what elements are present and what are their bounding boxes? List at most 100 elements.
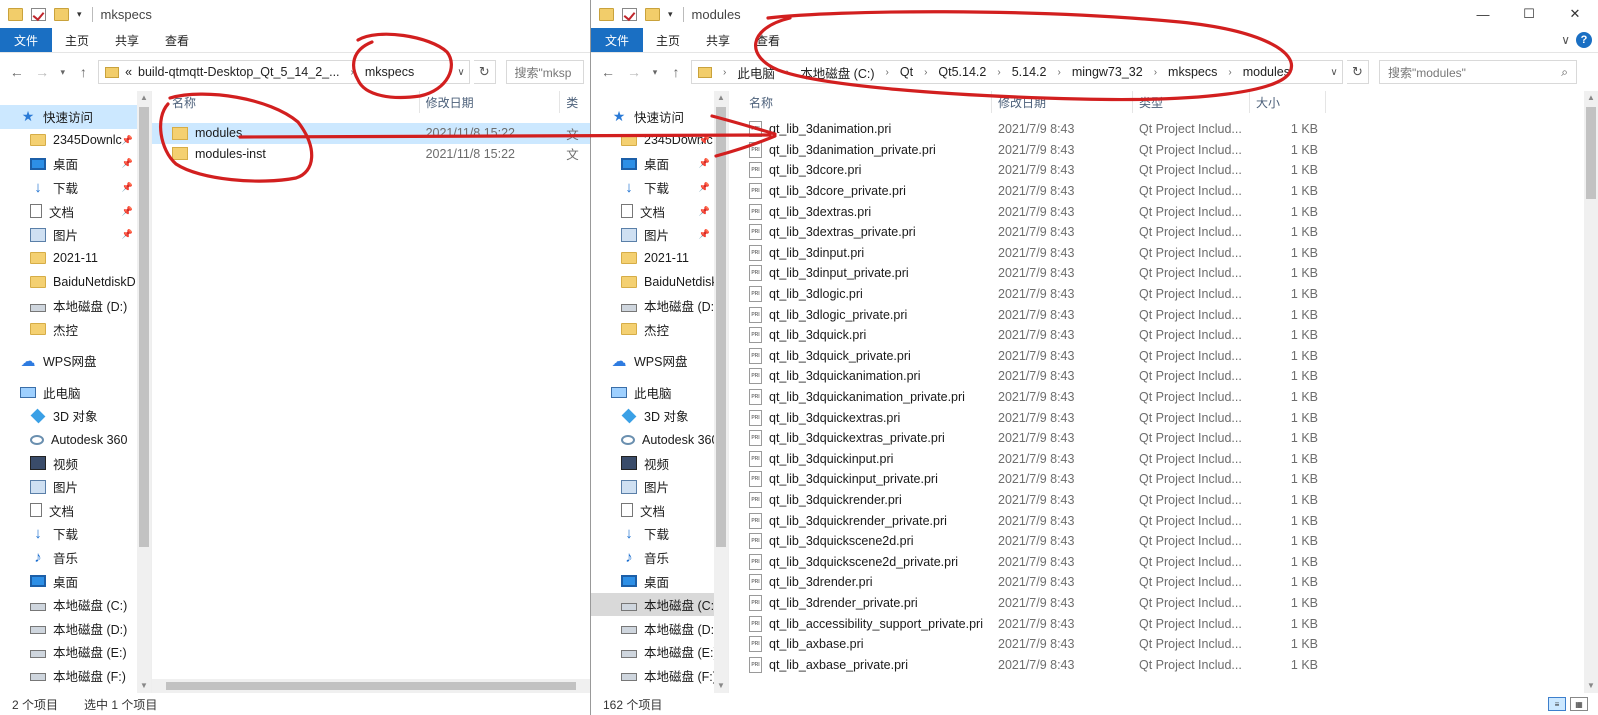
file-row[interactable]: PRI qt_lib_3dinput_private.pri 2021/7/9 8:… bbox=[729, 263, 1598, 284]
file-row[interactable]: PRI qt_lib_3dquickinput_private.pri 2021/7… bbox=[729, 469, 1598, 490]
nav-item[interactable]: ☁ WPS网盘 bbox=[591, 349, 728, 373]
chevron-down-icon[interactable]: ∨ bbox=[1326, 67, 1342, 78]
file-row[interactable]: PRI qt_lib_axbase_private.pri 2021/7/9 8:4… bbox=[729, 654, 1598, 675]
customize-toolbar-icon[interactable]: ▾ bbox=[77, 9, 82, 20]
tab-home[interactable]: 主页 bbox=[643, 28, 693, 52]
scroll-up-icon[interactable]: ▲ bbox=[1584, 91, 1598, 105]
file-row[interactable]: PRI qt_lib_3dquickextras.pri 2021/7/9 8:43… bbox=[729, 407, 1598, 428]
help-icon[interactable]: ? bbox=[1576, 32, 1592, 48]
nav-item[interactable]: 文档 bbox=[591, 499, 728, 523]
scrollbar-thumb[interactable] bbox=[139, 107, 149, 547]
nav-item[interactable]: 3D 对象 bbox=[591, 404, 728, 428]
tab-view[interactable]: 查看 bbox=[743, 28, 793, 52]
scroll-up-icon[interactable]: ▲ bbox=[137, 91, 151, 105]
file-row[interactable]: PRI qt_lib_axbase.pri 2021/7/9 8:43 Qt Proj… bbox=[729, 634, 1598, 655]
file-row[interactable]: PRI qt_lib_3dlogic_private.pri 2021/7/9 8:… bbox=[729, 304, 1598, 325]
search-input[interactable]: 搜索"modules" ⌕ bbox=[1379, 60, 1577, 84]
vertical-scrollbar[interactable]: ▲ ▼ bbox=[714, 91, 728, 693]
expand-ribbon-icon[interactable]: ∨ bbox=[1561, 33, 1570, 47]
file-row[interactable]: PRI qt_lib_3dcore.pri 2021/7/9 8:43 Qt Proj… bbox=[729, 160, 1598, 181]
forward-arrow-icon[interactable]: → bbox=[623, 61, 645, 83]
file-row[interactable]: PRI qt_lib_3dquickinput.pri 2021/7/9 8:43 Q… bbox=[729, 449, 1598, 470]
nav-item[interactable]: ♪ 音乐 bbox=[591, 546, 728, 570]
column-header-date[interactable]: 修改日期 bbox=[420, 91, 561, 113]
file-row[interactable]: PRI qt_lib_3dinput.pri 2021/7/9 8:43 Qt Pro… bbox=[729, 243, 1598, 264]
chevron-right-icon[interactable]: › bbox=[924, 67, 927, 78]
details-view-icon[interactable]: ≡ bbox=[1548, 697, 1566, 711]
chevron-right-icon[interactable]: › bbox=[997, 67, 1000, 78]
nav-item[interactable]: 图片 📌 bbox=[0, 223, 151, 247]
nav-item[interactable]: 2021-11 bbox=[591, 247, 728, 271]
pin-icon[interactable]: 📌 bbox=[699, 158, 710, 169]
nav-item[interactable]: 本地磁盘 (D:) bbox=[591, 294, 728, 318]
large-icons-view-icon[interactable]: ▦ bbox=[1570, 697, 1588, 711]
nav-item[interactable]: 此电脑 bbox=[591, 381, 728, 405]
nav-item[interactable]: 本地磁盘 (F:) bbox=[591, 664, 728, 688]
nav-item[interactable]: 2021-11 bbox=[0, 247, 151, 271]
nav-item[interactable]: ★ 快速访问 bbox=[0, 105, 151, 129]
breadcrumb-segment[interactable]: modules bbox=[1243, 65, 1290, 79]
nav-item[interactable]: BaiduNetdiskD bbox=[591, 270, 728, 294]
properties-icon[interactable] bbox=[31, 7, 46, 21]
pin-icon[interactable]: 📌 bbox=[122, 182, 133, 193]
pin-icon[interactable]: 📌 bbox=[699, 182, 710, 193]
tab-file[interactable]: 文件 bbox=[591, 28, 644, 52]
column-header-type[interactable]: 类型 bbox=[1133, 91, 1250, 113]
nav-item[interactable]: 此电脑 bbox=[0, 381, 151, 405]
chevron-right-icon[interactable]: › bbox=[351, 67, 354, 78]
nav-item[interactable]: 2345Downlc 📌 bbox=[0, 129, 151, 153]
file-row[interactable]: PRI qt_lib_3dextras.pri 2021/7/9 8:43 Qt Pr… bbox=[729, 201, 1598, 222]
file-row[interactable]: PRI qt_lib_3dquick_private.pri 2021/7/9 8:… bbox=[729, 346, 1598, 367]
vertical-scrollbar[interactable]: ▲ ▼ bbox=[137, 91, 151, 693]
column-header-date[interactable]: 修改日期 bbox=[992, 91, 1133, 113]
file-row[interactable]: PRI qt_lib_3dquickrender.pri 2021/7/9 8:43… bbox=[729, 490, 1598, 511]
pin-icon[interactable]: 📌 bbox=[122, 206, 133, 217]
breadcrumb-segment[interactable]: Qt5.14.2 bbox=[938, 65, 986, 79]
pin-icon[interactable]: 📌 bbox=[699, 206, 710, 217]
tab-home[interactable]: 主页 bbox=[52, 28, 102, 52]
column-header-name[interactable]: 名称 bbox=[729, 91, 992, 113]
nav-item[interactable]: 桌面 📌 bbox=[591, 152, 728, 176]
close-icon[interactable]: ✕ bbox=[1552, 0, 1598, 28]
new-folder-icon[interactable] bbox=[54, 7, 69, 21]
nav-item[interactable]: 2345Downlc 📌 bbox=[591, 129, 728, 153]
chevron-down-icon[interactable]: ∨ bbox=[453, 67, 469, 78]
breadcrumb-segment[interactable]: mkspecs bbox=[1168, 65, 1217, 79]
nav-item[interactable]: 本地磁盘 (E:) bbox=[591, 640, 728, 664]
nav-item[interactable]: ↓ 下载 📌 bbox=[591, 176, 728, 200]
scrollbar-thumb[interactable] bbox=[1586, 107, 1596, 199]
file-row[interactable]: PRI qt_lib_3danimation.pri 2021/7/9 8:43 Qt… bbox=[729, 119, 1598, 140]
file-row[interactable]: PRI qt_lib_3dquickscene2d_private.pri 2021… bbox=[729, 551, 1598, 572]
folder-icon[interactable] bbox=[599, 7, 614, 21]
pin-icon[interactable]: 📌 bbox=[699, 229, 710, 240]
nav-item[interactable]: 桌面 bbox=[591, 569, 728, 593]
refresh-icon[interactable]: ↻ bbox=[474, 60, 496, 84]
file-row[interactable]: PRI qt_lib_3dquickscene2d.pri 2021/7/9 8:4… bbox=[729, 531, 1598, 552]
nav-item[interactable]: BaiduNetdiskD bbox=[0, 270, 151, 294]
nav-item[interactable]: 图片 📌 bbox=[591, 223, 728, 247]
file-row[interactable]: PRI qt_lib_3dquickrender_private.pri 2021/… bbox=[729, 510, 1598, 531]
nav-item[interactable]: Autodesk 360 bbox=[0, 428, 151, 452]
forward-arrow-icon[interactable]: → bbox=[31, 61, 52, 83]
search-input[interactable]: 搜索"mksp bbox=[505, 60, 584, 84]
file-row[interactable]: PRI qt_lib_3dquickanimation_private.pri 20… bbox=[729, 387, 1598, 408]
file-row[interactable]: PRI qt_lib_accessibility_support_private.… bbox=[729, 613, 1598, 634]
nav-item[interactable]: Autodesk 360 bbox=[591, 428, 728, 452]
scroll-down-icon[interactable]: ▼ bbox=[714, 679, 728, 693]
recent-locations-icon[interactable]: ▾ bbox=[57, 61, 69, 83]
address-bar[interactable]: › 此电脑 › 本地磁盘 (C:) › Qt › Qt5.14.2 › 5.14.2 › mingw7… bbox=[691, 60, 1343, 84]
file-row[interactable]: PRI qt_lib_3dquick.pri 2021/7/9 8:43 Qt Pro… bbox=[729, 325, 1598, 346]
chevron-right-icon[interactable]: › bbox=[786, 67, 789, 78]
maximize-icon[interactable]: ☐ bbox=[1506, 0, 1552, 28]
nav-item[interactable]: 桌面 📌 bbox=[0, 152, 151, 176]
recent-locations-icon[interactable]: ▾ bbox=[649, 61, 661, 83]
nav-item[interactable]: 杰控 bbox=[591, 317, 728, 341]
scroll-down-icon[interactable]: ▼ bbox=[1584, 679, 1598, 693]
nav-item[interactable]: 本地磁盘 (D:) bbox=[0, 616, 151, 640]
tab-view[interactable]: 查看 bbox=[152, 28, 202, 52]
nav-item[interactable]: 本地磁盘 (D:) bbox=[0, 294, 151, 318]
breadcrumb-segment[interactable]: 此电脑 bbox=[737, 63, 775, 82]
address-bar[interactable]: « build-qtmqtt-Desktop_Qt_5_14_2_... › m… bbox=[98, 60, 471, 84]
properties-icon[interactable] bbox=[622, 7, 637, 21]
chevron-right-icon[interactable]: › bbox=[1154, 67, 1157, 78]
